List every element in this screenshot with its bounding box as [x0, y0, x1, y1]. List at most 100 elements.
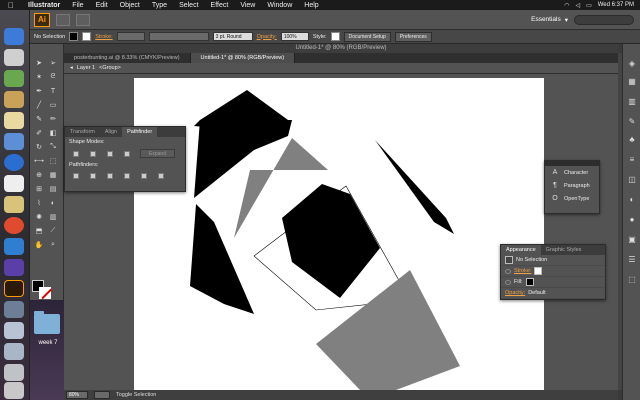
- stroke-panel-icon[interactable]: ≡: [627, 154, 637, 164]
- pasteboard[interactable]: [64, 74, 618, 390]
- menu-illustrator[interactable]: Illustrator: [22, 2, 66, 9]
- menu-type[interactable]: Type: [146, 2, 173, 9]
- photos-icon[interactable]: [4, 301, 24, 318]
- tab-appearance[interactable]: Appearance: [501, 245, 541, 255]
- hand-tool-icon[interactable]: ✋: [34, 240, 44, 250]
- divide-icon[interactable]: [71, 172, 80, 180]
- paintbrush-tool-icon[interactable]: ✎: [34, 114, 44, 124]
- trash-icon[interactable]: [4, 382, 24, 399]
- symbols-panel-icon[interactable]: ♣: [627, 134, 637, 144]
- document-setup-button[interactable]: Document Setup: [343, 31, 391, 42]
- outline-icon[interactable]: [139, 172, 148, 180]
- menu-view[interactable]: View: [234, 2, 261, 9]
- visibility-eye-icon[interactable]: [505, 279, 511, 285]
- menu-help[interactable]: Help: [298, 2, 324, 9]
- brush-definition[interactable]: 3 pt. Round: [212, 32, 253, 41]
- downloads-stack-icon[interactable]: [4, 343, 24, 360]
- type-tool-icon[interactable]: T: [48, 86, 58, 96]
- artboards-panel-icon[interactable]: ⬚: [627, 274, 637, 284]
- menu-window[interactable]: Window: [261, 2, 298, 9]
- artboard-tool-icon[interactable]: ⬒: [34, 226, 44, 236]
- black-shape-left-upper[interactable]: [194, 120, 292, 198]
- exclude-icon[interactable]: [122, 150, 131, 158]
- transparency-panel-icon[interactable]: ◐: [627, 194, 637, 204]
- notes-icon[interactable]: [4, 112, 24, 129]
- maps-icon[interactable]: [4, 70, 24, 87]
- tab-graphic-styles[interactable]: Graphic Styles: [541, 245, 587, 255]
- unite-icon[interactable]: [71, 150, 80, 158]
- workspace-switcher[interactable]: Essentials ▾: [531, 16, 568, 24]
- column-graph-tool-icon[interactable]: ▥: [48, 212, 58, 222]
- bridge-button[interactable]: [56, 13, 70, 26]
- merge-icon[interactable]: [105, 172, 114, 180]
- contacts-icon[interactable]: [4, 91, 24, 108]
- menu-object[interactable]: Object: [114, 2, 146, 9]
- eyedropper-tool-icon[interactable]: ⌇: [34, 198, 44, 208]
- appearance-fill-row[interactable]: Fill:: [501, 277, 605, 288]
- blob-brush-tool-icon[interactable]: ✐: [34, 128, 44, 138]
- line-tool-icon[interactable]: ╱: [34, 100, 44, 110]
- appearance-stroke-label[interactable]: Stroke:: [514, 268, 531, 274]
- menu-select[interactable]: Select: [173, 2, 204, 9]
- tab-pathfinder[interactable]: Pathfinder: [122, 127, 158, 137]
- blend-tool-icon[interactable]: ◐: [48, 198, 58, 208]
- help-search-input[interactable]: [574, 14, 634, 25]
- minus-back-icon[interactable]: [156, 172, 165, 180]
- minus-front-icon[interactable]: [88, 150, 97, 158]
- opentype-panel-item[interactable]: O OpenType: [545, 192, 599, 205]
- fill-swatch[interactable]: [69, 32, 79, 41]
- clock[interactable]: Wed 6:37 PM: [598, 2, 634, 8]
- lasso-tool-icon[interactable]: ᘓ: [48, 72, 58, 82]
- tab-align[interactable]: Align: [100, 127, 122, 137]
- appearance-stroke-swatch[interactable]: [534, 267, 543, 275]
- app-store-icon[interactable]: [4, 238, 24, 255]
- menu-edit[interactable]: Edit: [90, 2, 114, 9]
- shape-builder-tool-icon[interactable]: ⊕: [34, 170, 44, 180]
- wifi-icon[interactable]: ◠: [564, 2, 569, 9]
- premiere-icon[interactable]: [4, 259, 24, 276]
- opacity-label[interactable]: Opacity:: [257, 34, 277, 40]
- finder-icon[interactable]: [4, 28, 24, 45]
- rotate-tool-icon[interactable]: ↻: [34, 142, 44, 152]
- arrange-documents-button[interactable]: [76, 13, 90, 26]
- direct-selection-tool-icon[interactable]: ➢: [48, 58, 58, 68]
- trim-icon[interactable]: [88, 172, 97, 180]
- symbol-sprayer-tool-icon[interactable]: ✺: [34, 212, 44, 222]
- black-shape-left-lower[interactable]: [190, 204, 254, 314]
- pen-tool-icon[interactable]: ✒: [34, 86, 44, 96]
- folder-stack-icon[interactable]: [4, 364, 24, 381]
- artboard-navigation[interactable]: [94, 391, 110, 399]
- battery-icon[interactable]: ▭: [586, 2, 592, 9]
- mail-icon[interactable]: [4, 133, 24, 150]
- brushes-panel-icon[interactable]: ✎: [627, 116, 637, 126]
- tab-posterbunting[interactable]: posterbunting.ai @ 8.33% (CMYK/Preview): [64, 53, 191, 63]
- black-shape-right-sliver[interactable]: [375, 140, 454, 234]
- gradient-tool-icon[interactable]: ▤: [48, 184, 58, 194]
- stroke-weight-field[interactable]: [116, 32, 145, 41]
- folder-icon[interactable]: [34, 311, 60, 334]
- stroke-color-icon[interactable]: [39, 287, 51, 299]
- stroke-label[interactable]: Stroke:: [95, 34, 112, 40]
- back-arrow-icon[interactable]: ◂: [70, 65, 73, 71]
- magic-wand-tool-icon[interactable]: ✶: [34, 72, 44, 82]
- appearance-panel-icon[interactable]: ●: [627, 214, 637, 224]
- scale-tool-icon[interactable]: ⤡: [48, 142, 58, 152]
- selection-tool-icon[interactable]: ➤: [34, 58, 44, 68]
- intersect-icon[interactable]: [105, 150, 114, 158]
- visibility-eye-icon[interactable]: [505, 268, 511, 274]
- layer-breadcrumb[interactable]: Layer 1: [77, 65, 95, 71]
- variable-width-profile[interactable]: [148, 32, 209, 41]
- width-tool-icon[interactable]: ⟷: [34, 156, 44, 166]
- appearance-fill-swatch[interactable]: [525, 278, 534, 286]
- safari-icon[interactable]: [4, 154, 24, 171]
- color-guide-icon[interactable]: ▦: [627, 76, 637, 86]
- tab-untitled-1[interactable]: Untitled-1* @ 80% (RGB/Preview): [190, 53, 296, 63]
- slice-tool-icon[interactable]: ⟋: [48, 226, 58, 236]
- preferences-button[interactable]: Preferences: [394, 31, 432, 42]
- gradient-panel-icon[interactable]: ◫: [627, 174, 637, 184]
- volume-icon[interactable]: ◁: [575, 2, 580, 9]
- documents-stack-icon[interactable]: [4, 322, 24, 339]
- crop-icon[interactable]: [122, 172, 131, 180]
- stroke-swatch[interactable]: [82, 32, 92, 41]
- calendar-icon[interactable]: [4, 175, 24, 192]
